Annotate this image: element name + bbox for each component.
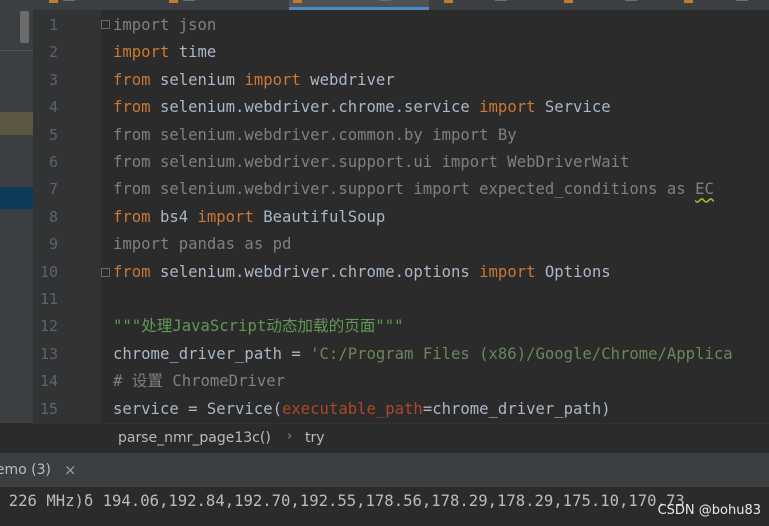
code-token: import <box>479 262 536 281</box>
code-token: # 设置 ChromeDriver <box>113 372 286 391</box>
breadcrumb: parse_nmr_page13c() › try <box>33 423 769 453</box>
code-token: bs4 <box>150 207 198 226</box>
line-number: 14 <box>39 372 58 391</box>
code-token: Service <box>535 98 611 117</box>
breadcrumb-function[interactable]: parse_nmr_page13c() <box>118 430 271 446</box>
code-line: from selenium.webdriver.support import e… <box>113 179 714 199</box>
code-line: """处理JavaScript动态加载的页面""" <box>113 316 404 336</box>
close-icon[interactable]: × <box>64 461 77 479</box>
code-token: import <box>479 98 536 117</box>
code-line: service = Service(executable_path=chrome… <box>113 399 611 419</box>
line-number: 5 <box>48 125 58 144</box>
code-token: import <box>244 70 301 89</box>
editor-tab-active[interactable] <box>289 0 429 10</box>
code-token: import <box>113 43 170 62</box>
code-token: EC <box>695 180 714 199</box>
code-line: chrome_driver_path = 'C:/Program Files (… <box>113 344 733 364</box>
run-tab-label[interactable]: lemo (3) <box>0 462 51 478</box>
line-number: 4 <box>48 98 58 117</box>
breadcrumb-block[interactable]: try <box>305 430 325 446</box>
code-token: selenium.webdriver.chrome.options <box>150 262 480 281</box>
editor-tab[interactable] <box>165 0 275 10</box>
code-line: from selenium.webdriver.chrome.service i… <box>113 97 611 117</box>
editor-tab[interactable] <box>560 0 670 10</box>
code-token: import json <box>113 16 217 34</box>
code-token: 'C:/Program Files (x86)/Google/Chrome/Ap… <box>310 344 733 363</box>
code-token: import pandas as pd <box>113 235 292 254</box>
code-line: # 设置 ChromeDriver <box>113 371 285 391</box>
code-line: import time <box>113 42 216 62</box>
code-token: from <box>113 207 151 226</box>
editor-tab[interactable] <box>440 0 550 10</box>
code-token: executable_path <box>282 399 423 418</box>
code-token: selenium <box>150 70 245 89</box>
project-tool-panel <box>0 10 33 423</box>
line-number: 12 <box>39 317 58 336</box>
code-line: import json <box>113 15 216 35</box>
code-line: from selenium.webdriver.support.ui impor… <box>113 152 629 172</box>
code-token: chrome_driver_path = <box>113 344 311 363</box>
code-line: import pandas as pd <box>113 234 291 254</box>
code-token: import <box>197 207 254 226</box>
code-token: """处理JavaScript动态加载的页面""" <box>113 317 404 336</box>
code-token: from <box>113 98 151 117</box>
code-token: Options <box>535 262 611 281</box>
line-number: 10 <box>39 262 58 281</box>
run-console[interactable]: , 226 MHz)δ 194.06,192.84,192.70,192.55,… <box>0 487 769 526</box>
line-number: 3 <box>48 70 58 89</box>
code-line: from bs4 import BeautifulSoup <box>113 207 385 227</box>
line-number: 1 <box>48 16 58 34</box>
code-line: from selenium.webdriver.common.by import… <box>113 125 517 145</box>
code-token: from <box>113 262 151 281</box>
chevron-right-icon: › <box>287 429 293 444</box>
line-number: 7 <box>48 180 58 199</box>
code-editor[interactable]: import json import time from selenium impo… <box>101 10 769 423</box>
code-token: selenium.webdriver.chrome.service <box>150 98 480 117</box>
code-token: from selenium.webdriver.common.by import… <box>113 125 517 144</box>
code-token: webdriver <box>300 70 395 89</box>
panel-highlighted-row[interactable] <box>0 112 33 135</box>
code-token: time <box>169 43 217 62</box>
fold-marker-icon[interactable] <box>101 268 110 277</box>
editor-tab[interactable] <box>680 0 769 10</box>
line-number: 8 <box>48 207 58 226</box>
code-token: =chrome_driver_path) <box>422 399 611 418</box>
code-token: service = Service( <box>113 399 282 418</box>
line-number: 6 <box>48 153 58 171</box>
panel-divider <box>0 50 33 51</box>
line-number: 9 <box>48 235 58 254</box>
watermark: CSDN @bohu83 <box>657 503 761 518</box>
run-tool-window-header: lemo (3) × <box>0 452 769 488</box>
line-number: 15 <box>39 399 58 418</box>
code-token: BeautifulSoup <box>253 207 386 226</box>
code-token: from <box>113 70 151 89</box>
code-token: from selenium.webdriver.support.ui impor… <box>113 153 630 171</box>
code-line: from selenium import webdriver <box>113 70 395 90</box>
panel-selected-row[interactable] <box>0 187 33 209</box>
panel-scrollbar-thumb[interactable] <box>20 11 29 43</box>
code-line: from selenium.webdriver.chrome.options i… <box>113 262 611 282</box>
editor-tab[interactable] <box>45 0 155 10</box>
line-number: 13 <box>39 344 58 363</box>
fold-marker-icon[interactable] <box>101 20 110 29</box>
code-token: from selenium.webdriver.support import e… <box>113 180 696 199</box>
line-number: 2 <box>48 43 58 62</box>
console-output-line: , 226 MHz)δ 194.06,192.84,192.70,192.55,… <box>0 492 685 510</box>
line-number: 11 <box>39 290 58 308</box>
